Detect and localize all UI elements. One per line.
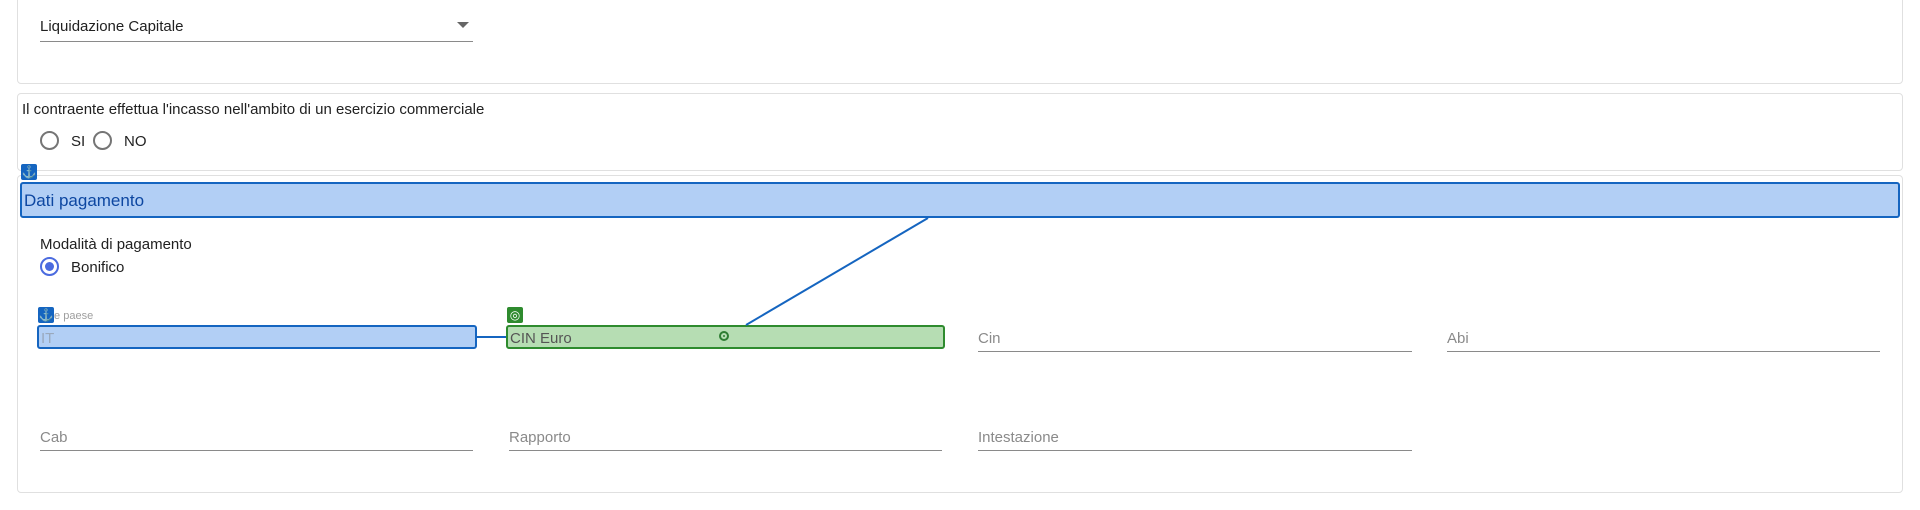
cin-input[interactable]: Cin xyxy=(978,324,1412,352)
intestazione-placeholder: Intestazione xyxy=(978,429,1059,446)
abi-input[interactable]: Abi xyxy=(1447,324,1880,352)
cab-placeholder: Cab xyxy=(40,429,68,446)
radio-si-label: SI xyxy=(71,133,86,150)
cin-placeholder: Cin xyxy=(978,330,1001,347)
crosshair-icon xyxy=(719,331,729,341)
cab-input[interactable]: Cab xyxy=(40,423,473,451)
abi-placeholder: Abi xyxy=(1447,330,1469,347)
intestazione-input[interactable]: Intestazione xyxy=(978,423,1412,451)
radio-bonifico[interactable] xyxy=(40,257,59,276)
radio-si[interactable] xyxy=(40,131,59,150)
anchor-icon: ⚓ xyxy=(21,164,37,180)
commercial-question: Il contraente effettua l'incasso nell'am… xyxy=(22,101,485,118)
codice-paese-value: IT xyxy=(41,330,55,347)
radio-bonifico-label: Bonifico xyxy=(71,259,125,276)
payment-type-select[interactable]: Liquidazione Capitale xyxy=(40,12,473,42)
radio-no[interactable] xyxy=(93,131,112,150)
codice-paese-input[interactable]: IT xyxy=(37,325,477,349)
section-header-dati-pagamento: Dati pagamento xyxy=(20,182,1900,218)
cin-euro-placeholder: CIN Euro xyxy=(510,330,572,347)
radio-no-label: NO xyxy=(124,133,147,150)
anchor-icon: ⚓ xyxy=(38,307,54,323)
target-icon: ◎ xyxy=(507,307,523,323)
rapporto-input[interactable]: Rapporto xyxy=(509,423,942,451)
section-title: Dati pagamento xyxy=(24,191,145,210)
payment-mode-label: Modalità di pagamento xyxy=(40,236,192,253)
payment-type-value: Liquidazione Capitale xyxy=(40,18,184,35)
rapporto-placeholder: Rapporto xyxy=(509,429,571,446)
chevron-down-icon xyxy=(457,22,469,28)
